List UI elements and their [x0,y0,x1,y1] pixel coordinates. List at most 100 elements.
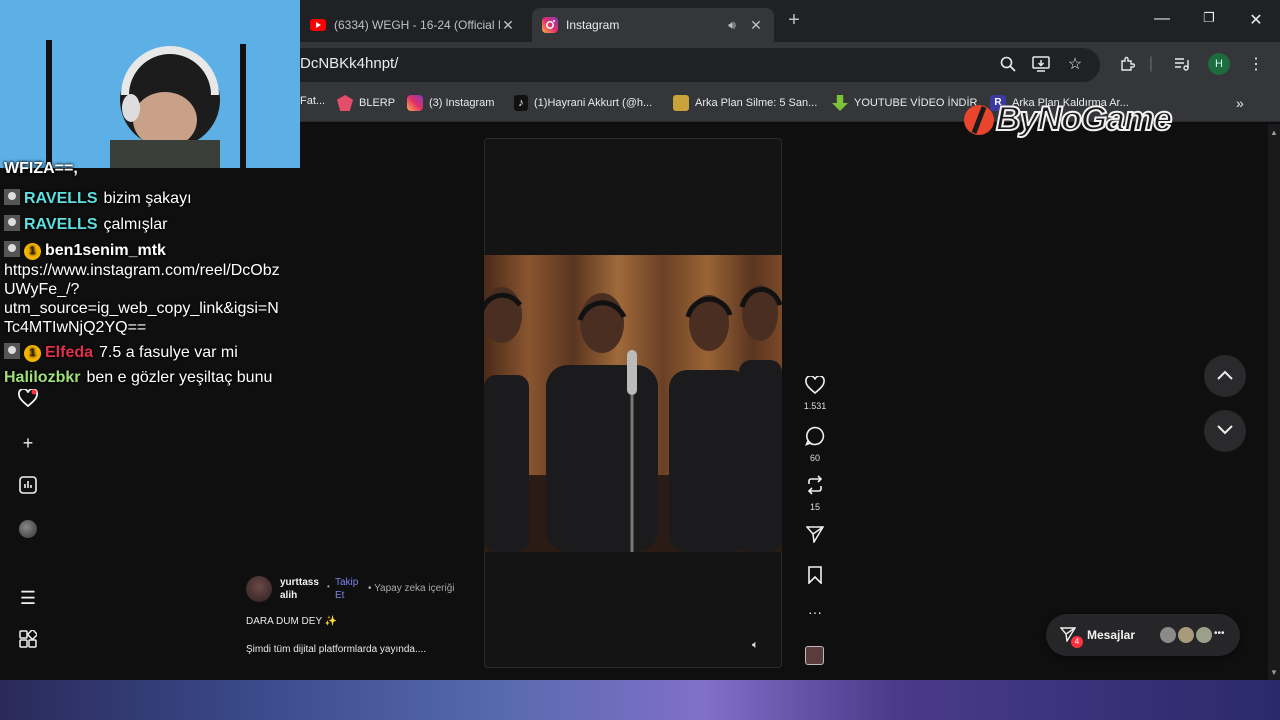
bookmark-item[interactable]: YOUTUBE VİDEO İNDİR [832,95,977,111]
extensions-icon[interactable] [1117,54,1137,74]
heart-icon [805,375,825,395]
media-control-icon[interactable] [1172,54,1192,74]
scroll-up-arrow-icon[interactable]: ▲ [1270,128,1278,137]
chat-fragment: WFIZA==, [4,160,78,177]
contact-avatar [1176,625,1196,645]
install-app-icon[interactable] [1031,54,1051,74]
messages-button[interactable]: 4 Mesajlar [1046,614,1240,656]
profile-avatar[interactable]: H [1208,53,1230,75]
unread-badge: 4 [1071,636,1083,648]
chat-text: ben e gözler yeşiltaç bunu [86,369,273,386]
author-username[interactable]: yurttass alih [280,576,324,602]
like-count: 1.531 [803,401,827,411]
layers-icon [673,95,689,111]
mute-icon[interactable]: 🔈︎ [752,639,759,652]
ai-content-label: • Yapay zeka içeriği [368,583,455,594]
contact-avatar [1194,625,1214,645]
tiktok-icon: ♪ [514,95,528,111]
speaker-icon[interactable]: 🔊︎ [724,17,740,33]
audio-thumbnail[interactable] [805,646,824,665]
messages-label: Mesajlar [1087,628,1136,642]
blerp-icon [337,95,353,111]
page-scrollbar[interactable]: ▲ ▼ [1268,124,1280,680]
url-text[interactable]: DcNBKk4hnpt/ [300,55,398,72]
tab-youtube[interactable]: (6334) WEGH - 16-24 (Official Mus ✕ [300,8,526,42]
save-button[interactable] [800,566,830,589]
mask-badge-icon [4,215,20,231]
chat-link-line: Tc4MTIwNjQ2YQ== [4,319,147,336]
instagram-icon [542,17,558,33]
hamburger-menu-icon[interactable]: ☰ [17,587,39,609]
profile-avatar-icon[interactable] [17,520,39,542]
watermark-text: ByNoGame [995,99,1173,139]
repost-button[interactable]: 15 [800,475,830,512]
chat-username: ben1senim_mtk [45,242,166,259]
bookmarks-overflow-icon[interactable]: » [1236,95,1244,111]
bookmark-label: BLERP [359,97,396,109]
bookmark-item[interactable]: BLERP [337,95,395,111]
chat-username: RAVELLS [24,216,98,233]
bookmark-star-icon[interactable]: ☆ [1065,54,1085,74]
bookmark-label: (3) Instagram [429,97,495,109]
previous-reel-button[interactable] [1204,355,1246,397]
chat-text: 7.5 a fasulye var mi [99,344,238,361]
tab-instagram[interactable]: Instagram 🔊︎ ✕ [532,8,774,42]
close-window-icon[interactable]: ✕ [1244,10,1268,30]
chat-link-line: https://www.instagram.com/reel/DcObz [4,262,280,279]
contact-avatar [1158,625,1178,645]
bookmark-item[interactable]: Fat... [300,95,325,107]
more-contacts-icon[interactable]: ••• [1214,628,1225,639]
dashboard-icon[interactable] [17,476,39,498]
next-reel-button[interactable] [1204,410,1246,452]
comment-button[interactable]: 60 [800,426,830,463]
bookmark-item[interactable]: (3) Instagram [407,95,494,111]
tab-title: Instagram [566,18,620,32]
subscriber-badge-icon: 1 [24,345,41,362]
close-tab-icon[interactable]: ✕ [500,17,516,33]
stream-background-strip [0,680,1280,720]
new-tab-button[interactable]: + [784,10,804,30]
share-button[interactable] [800,525,830,548]
zoom-icon[interactable] [998,54,1018,74]
like-button[interactable]: 1.531 [800,375,830,411]
chat-message: 1 Elfeda 7.5 a fasulye var mi [4,343,238,362]
chat-username: Elfeda [45,344,94,361]
bookmark-item[interactable]: ♪ (1)Hayrani Akkurt (@h... [514,95,652,111]
heart-icon[interactable] [17,388,39,411]
chat-message: Halilozbkr ben e gözler yeşiltaç bunu [4,369,272,387]
menu-kebab-icon[interactable]: ⋮ [1246,54,1266,74]
instagram-icon [407,95,423,111]
close-tab-icon[interactable]: ✕ [748,17,764,33]
follow-part: Takip [335,577,359,588]
address-bar[interactable] [280,48,1100,82]
chat-username: Halilozbkr [4,369,81,386]
minimize-icon[interactable]: — [1150,10,1174,28]
comment-count: 60 [809,453,820,463]
chat-text: bizim şakayı [103,190,192,207]
comment-icon [805,426,825,446]
chat-username: RAVELLS [24,190,98,207]
bynogame-watermark: ByNoGame [962,99,1173,139]
restore-icon[interactable]: ❐ [1197,10,1221,26]
reel-video[interactable] [484,255,782,552]
mask-badge-icon [4,241,20,257]
caption-title: DARA DUM DEY ✨ [246,616,338,627]
chat-link-line: UWyFe_/? [4,281,80,298]
apps-grid-icon[interactable] [17,629,39,652]
more-options-icon[interactable]: ··· [800,604,830,620]
username-part: yurttass [280,577,319,588]
caption-text[interactable]: Şimdi tüm dijital platformlarda yayında.… [246,644,426,655]
screen: (6334) WEGH - 16-24 (Official Mus ✕ Inst… [0,0,1280,720]
author-avatar[interactable] [246,576,272,602]
tab-title: (6334) WEGH - 16-24 (Official Mus [334,18,500,32]
bookmark-label: YOUTUBE VİDEO İNDİR [854,97,978,109]
create-plus-icon[interactable]: + [17,432,39,454]
repost-icon [807,475,823,495]
subscriber-badge-icon: 1 [24,243,41,260]
scroll-down-arrow-icon[interactable]: ▼ [1270,668,1278,677]
bookmark-label: Fat... [300,95,326,107]
mask-badge-icon [4,189,20,205]
follow-button[interactable]: Takip Et [335,576,365,602]
bookmark-item[interactable]: Arka Plan Silme: 5 San... [673,95,817,111]
chat-message: 1 ben1senim_mtk [4,241,172,260]
